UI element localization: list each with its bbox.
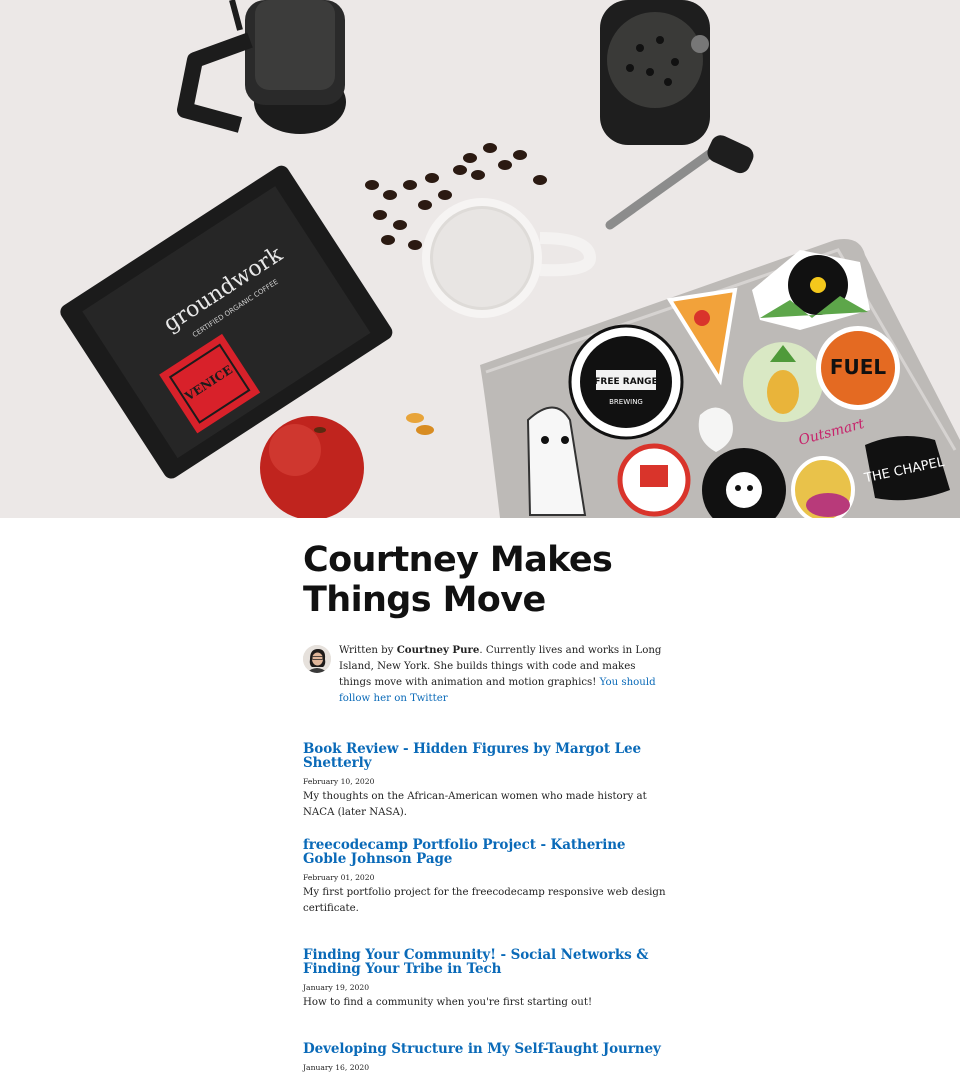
sticker-fuel: FUEL [816, 326, 900, 410]
sticker-character [791, 456, 855, 518]
pill [416, 425, 434, 435]
svg-text:FREE RANGE: FREE RANGE [594, 377, 657, 387]
bio-text: Written by Courtney Pure. Currently live… [339, 642, 663, 707]
svg-text:FUEL: FUEL [830, 355, 887, 379]
post-date: January 16, 2020 [303, 1063, 370, 1072]
sticker-pineapple [743, 342, 823, 422]
post-item: Developing Structure in My Self-Taught J… [303, 1042, 668, 1075]
post-title-link[interactable]: Finding Your Community! - Social Network… [303, 948, 668, 976]
sticker-topo [617, 443, 691, 517]
post-item: Book Review - Hidden Figures by Margot L… [303, 742, 668, 821]
post-description: My first portfolio project for the freec… [303, 887, 666, 914]
post-title-link[interactable]: Developing Structure in My Self-Taught J… [303, 1042, 668, 1056]
sticker-free-range: FREE RANGE BREWING [568, 324, 684, 440]
post-description: How to find a community when you're firs… [303, 997, 593, 1008]
post-date: January 19, 2020 [303, 983, 370, 992]
author-bio: Written by Courtney Pure. Currently live… [303, 642, 663, 707]
post-date: February 10, 2020 [303, 777, 375, 786]
bio-written-by: Written by [339, 645, 397, 656]
site-title-line2[interactable]: Things Move [303, 580, 663, 620]
post-title-link[interactable]: Book Review - Hidden Figures by Margot L… [303, 742, 668, 770]
site-title-line1[interactable]: Courtney Makes [303, 540, 663, 580]
main-content: Courtney Makes Things Move Written by Co… [303, 540, 666, 1072]
apple [260, 416, 364, 518]
pill [406, 413, 424, 423]
hero-image: VENICE groundwork CERTIFIED ORGANIC COFF… [0, 0, 960, 518]
avatar [303, 645, 331, 673]
post-description: My thoughts on the African-American wome… [303, 791, 647, 818]
site-title[interactable]: Courtney Makes Things Move [303, 540, 663, 620]
post-date: February 01, 2020 [303, 873, 375, 882]
bio-author-name: Courtney Pure [396, 644, 480, 656]
post-item: freecodecamp Portfolio Project - Katheri… [303, 838, 668, 917]
svg-text:BREWING: BREWING [609, 398, 643, 406]
post-title-link[interactable]: freecodecamp Portfolio Project - Katheri… [303, 838, 638, 866]
post-item: Finding Your Community! - Social Network… [303, 948, 668, 1011]
